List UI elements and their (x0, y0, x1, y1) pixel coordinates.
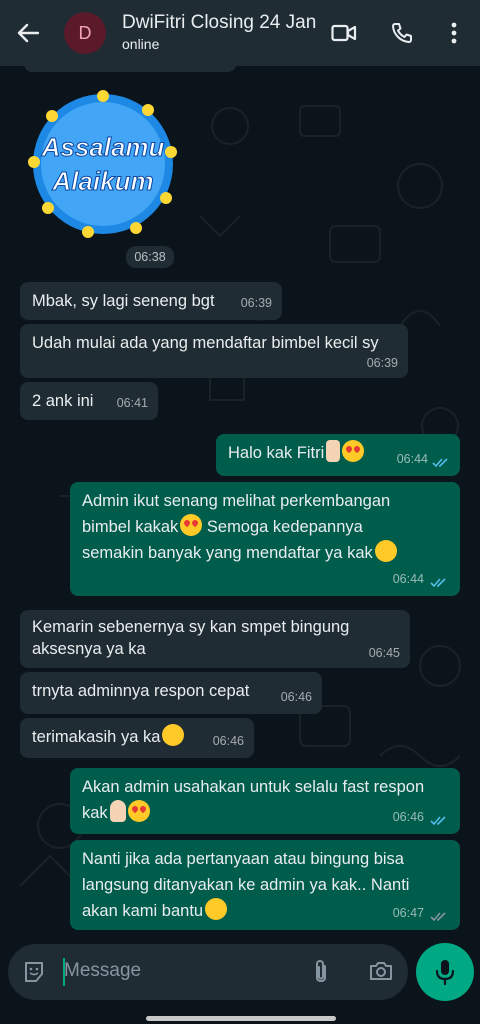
message-text-line: akan kami bantu (82, 902, 204, 920)
attach-icon[interactable] (310, 958, 332, 991)
read-receipt-icon (430, 816, 446, 826)
message-text: Halo kak Fitri (228, 444, 325, 462)
message-text-line: aksesnya ya ka (32, 640, 146, 658)
heart-eyes-emoji (180, 514, 203, 536)
message-time: 06:47 (392, 906, 424, 920)
contact-avatar[interactable]: D (64, 12, 106, 54)
message-time: 06:39 (366, 356, 398, 370)
message-text-line: Semoga kedepannya (202, 518, 363, 536)
more-options-icon[interactable] (440, 19, 468, 47)
message-text-line: Nanti jika ada pertanyaan atau bingung b… (82, 850, 404, 868)
sticker-timestamp: 06:38 (126, 246, 174, 268)
contact-status: online (122, 36, 160, 52)
message-text-line: bimbel kakak (82, 518, 179, 536)
sticker-text-line1: Assalamu (41, 132, 165, 162)
outgoing-message[interactable]: Akan admin usahakan untuk selalu fast re… (70, 768, 460, 834)
heart-eyes-emoji (127, 800, 150, 822)
camera-icon[interactable] (368, 959, 394, 988)
message-text-line: kak (82, 804, 108, 822)
sticker-emoji-icon[interactable] (22, 960, 46, 989)
incoming-message[interactable]: 2 ank ini 06:41 (20, 382, 158, 420)
compose-bar: Message (0, 938, 480, 1024)
hugging-face-emoji (374, 540, 397, 562)
incoming-message[interactable]: Udah mulai ada yang mendaftar bimbel kec… (20, 324, 408, 378)
message-text: Mbak, sy lagi seneng bgt (32, 292, 215, 310)
back-arrow-icon[interactable] (14, 19, 42, 47)
contact-name[interactable]: DwiFitri Closing 24 Jan (122, 12, 316, 34)
message-input-container[interactable]: Message (8, 944, 408, 1000)
outgoing-message[interactable]: Halo kak Fitri 06:44 (216, 434, 460, 476)
grinning-sweat-emoji (162, 724, 185, 746)
incoming-message[interactable]: Mbak, sy lagi seneng bgt 06:39 (20, 282, 282, 320)
hugging-face-emoji (205, 898, 228, 920)
message-text: Udah mulai ada yang mendaftar bimbel kec… (32, 334, 379, 352)
chat-header: D DwiFitri Closing 24 Jan online (0, 0, 480, 66)
read-receipt-icon (430, 578, 446, 588)
message-text-line: Akan admin usahakan untuk selalu fast re… (82, 778, 425, 796)
outgoing-message[interactable]: Admin ikut senang melihat perkembangan b… (70, 482, 460, 596)
message-input[interactable]: Message (64, 960, 141, 982)
assalamu-alaikum-sticker[interactable]: Assalamu Alaikum (28, 90, 178, 238)
message-text: trnyta adminnya respon cepat (32, 682, 250, 700)
previous-message-edge (24, 66, 236, 72)
message-text-line: langsung ditanyakan ke admin ya kak.. Na… (82, 876, 410, 894)
message-list[interactable]: Assalamu Alaikum 06:38 Mbak, sy lagi sen… (0, 66, 480, 938)
read-receipt-icon (432, 458, 448, 468)
message-text: terimakasih ya ka (32, 728, 161, 746)
message-time: 06:46 (280, 690, 312, 704)
outgoing-message[interactable]: Nanti jika ada pertanyaan atau bingung b… (70, 840, 460, 930)
microphone-icon (435, 960, 455, 985)
message-text-line: Kemarin sebenernya sy kan smpet bingung (32, 618, 350, 636)
voice-call-icon[interactable] (388, 19, 416, 47)
gesture-navigation-bar[interactable] (146, 1016, 336, 1021)
incoming-message[interactable]: terimakasih ya ka 06:46 (20, 718, 254, 758)
message-time: 06:46 (392, 810, 424, 824)
delivered-receipt-icon (430, 912, 446, 922)
sticker-text-line2: Alaikum (51, 166, 153, 196)
message-time: 06:41 (116, 396, 148, 410)
video-call-icon[interactable] (330, 19, 358, 47)
incoming-message[interactable]: Kemarin sebenernya sy kan smpet bingung … (20, 610, 410, 668)
contact-info[interactable]: DwiFitri Closing 24 Jan online (122, 12, 316, 54)
microphone-button[interactable] (416, 943, 474, 1001)
message-time: 06:39 (240, 296, 272, 310)
heart-eyes-emoji (342, 440, 365, 462)
message-text-line: Admin ikut senang melihat perkembangan (82, 492, 391, 510)
message-time: 06:45 (368, 646, 400, 660)
message-time: 06:44 (396, 452, 428, 466)
message-text: 2 ank ini (32, 392, 94, 410)
message-time: 06:44 (392, 572, 424, 586)
message-time: 06:46 (212, 734, 244, 748)
waving-hand-emoji (326, 440, 341, 462)
incoming-message[interactable]: trnyta adminnya respon cepat 06:46 (20, 672, 322, 714)
folded-hands-emoji (109, 800, 126, 822)
message-text-line: semakin banyak yang mendaftar ya kak (82, 544, 373, 562)
